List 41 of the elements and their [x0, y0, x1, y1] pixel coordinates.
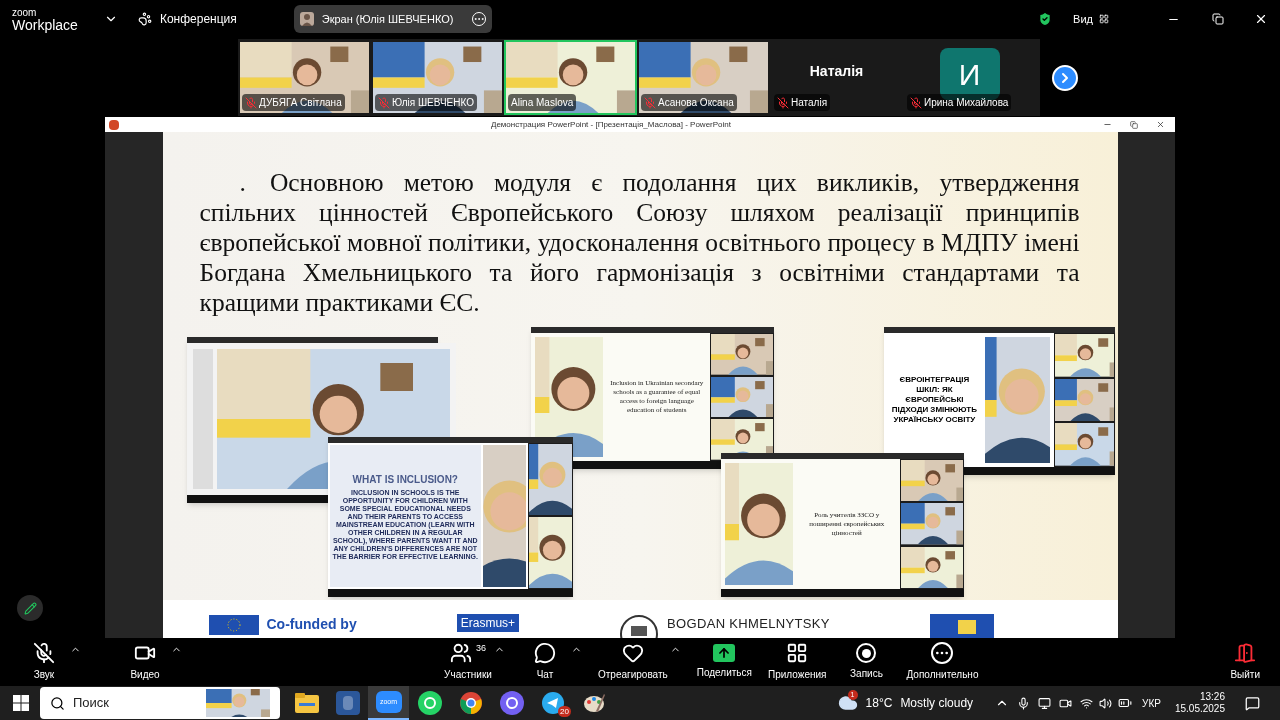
weather-condition: Mostly cloudy: [900, 695, 974, 712]
leave-button[interactable]: Выйти: [1230, 642, 1260, 682]
participant-tile[interactable]: Юлія ШЕВЧЕНКО: [371, 40, 504, 115]
participant-name-display: Наталія: [809, 62, 864, 81]
share-status-pill[interactable]: Экран (Юлія ШЕВЧЕНКО): [293, 5, 492, 33]
share-status-text: Экран (Юлія ШЕВЧЕНКО): [321, 11, 455, 27]
notification-badge: 20: [558, 706, 571, 717]
toolbar-button[interactable]: Отреагировать: [598, 642, 681, 682]
poster-heading: WHAT IS INCLUSION?: [352, 472, 458, 487]
clock[interactable]: 13:26 15.05.2025: [1174, 691, 1225, 715]
name-label: Наталія: [774, 94, 831, 111]
name-label: Юлія ШЕВЧЕНКО: [375, 94, 477, 111]
participant-tile[interactable]: Асанова Оксана: [637, 40, 770, 115]
toolbar-button[interactable]: 36 Участники: [444, 642, 505, 682]
toolbar-button[interactable]: Чат: [521, 642, 582, 682]
language-indicator[interactable]: УКР: [1142, 695, 1161, 711]
erasmus-text: Erasmus+: [456, 614, 520, 632]
slide-title: ЄВРОІНТЕГРАЦІЯ ШКІЛ: ЯК ЄВРОПЕЙСЬКІ ПІДХОДИ ЗМІНЮЮТЬ УКРАЇНСЬКУ ОСВІТУ: [890, 375, 978, 425]
name-label: Alina Maslova: [508, 94, 577, 111]
toolbar-button[interactable]: Приложения: [767, 642, 827, 682]
window-title: Демонстрация PowerPoint - [Презентація_Маслова] - PowerPoint: [490, 118, 732, 131]
name-label: Асанова Оксана: [641, 94, 737, 111]
search-field[interactable]: Поиск: [40, 687, 280, 719]
co-funded-text: Co-funded by: [266, 615, 357, 634]
toolbar-button[interactable]: Поделиться: [696, 644, 752, 680]
participant-count: 36: [476, 642, 486, 655]
toolbar-button[interactable]: Запись: [842, 643, 891, 681]
toolbar-button[interactable]: Дополнительно: [906, 642, 979, 682]
name-label: ДУБЯГА Світлана: [242, 94, 345, 111]
toolbar-button[interactable]: Видео: [121, 642, 182, 682]
meeting-info-button[interactable]: Конференция: [137, 10, 237, 28]
zoom-logo: zoom Workplace: [12, 6, 78, 32]
toolbar-button[interactable]: Звук: [20, 642, 81, 682]
participant-tile[interactable]: Alina Maslova: [504, 40, 637, 115]
university-name: BOGDAN KHMELNYTSKY: [667, 615, 830, 633]
taskbar-app[interactable]: 20: [532, 686, 573, 720]
slide-paragraph: . Основною метою модуля є подолання цих викликів, утвердження спільних цінностей Європейського Союзу шляхом реалізації принципів європейської мовної політики, удосконалення освітнього процесу в МДПУ імені Богдана Хмельницького та його гармонізація з освітніми стандартами та кращими практиками ЄС.: [199, 168, 1080, 318]
view-button[interactable]: Вид: [1073, 10, 1109, 28]
name-label: Ирина Михайлова: [907, 94, 1012, 111]
temperature: 18°C: [865, 695, 893, 712]
participant-tile[interactable]: ДУБЯГА Світлана: [238, 40, 371, 115]
